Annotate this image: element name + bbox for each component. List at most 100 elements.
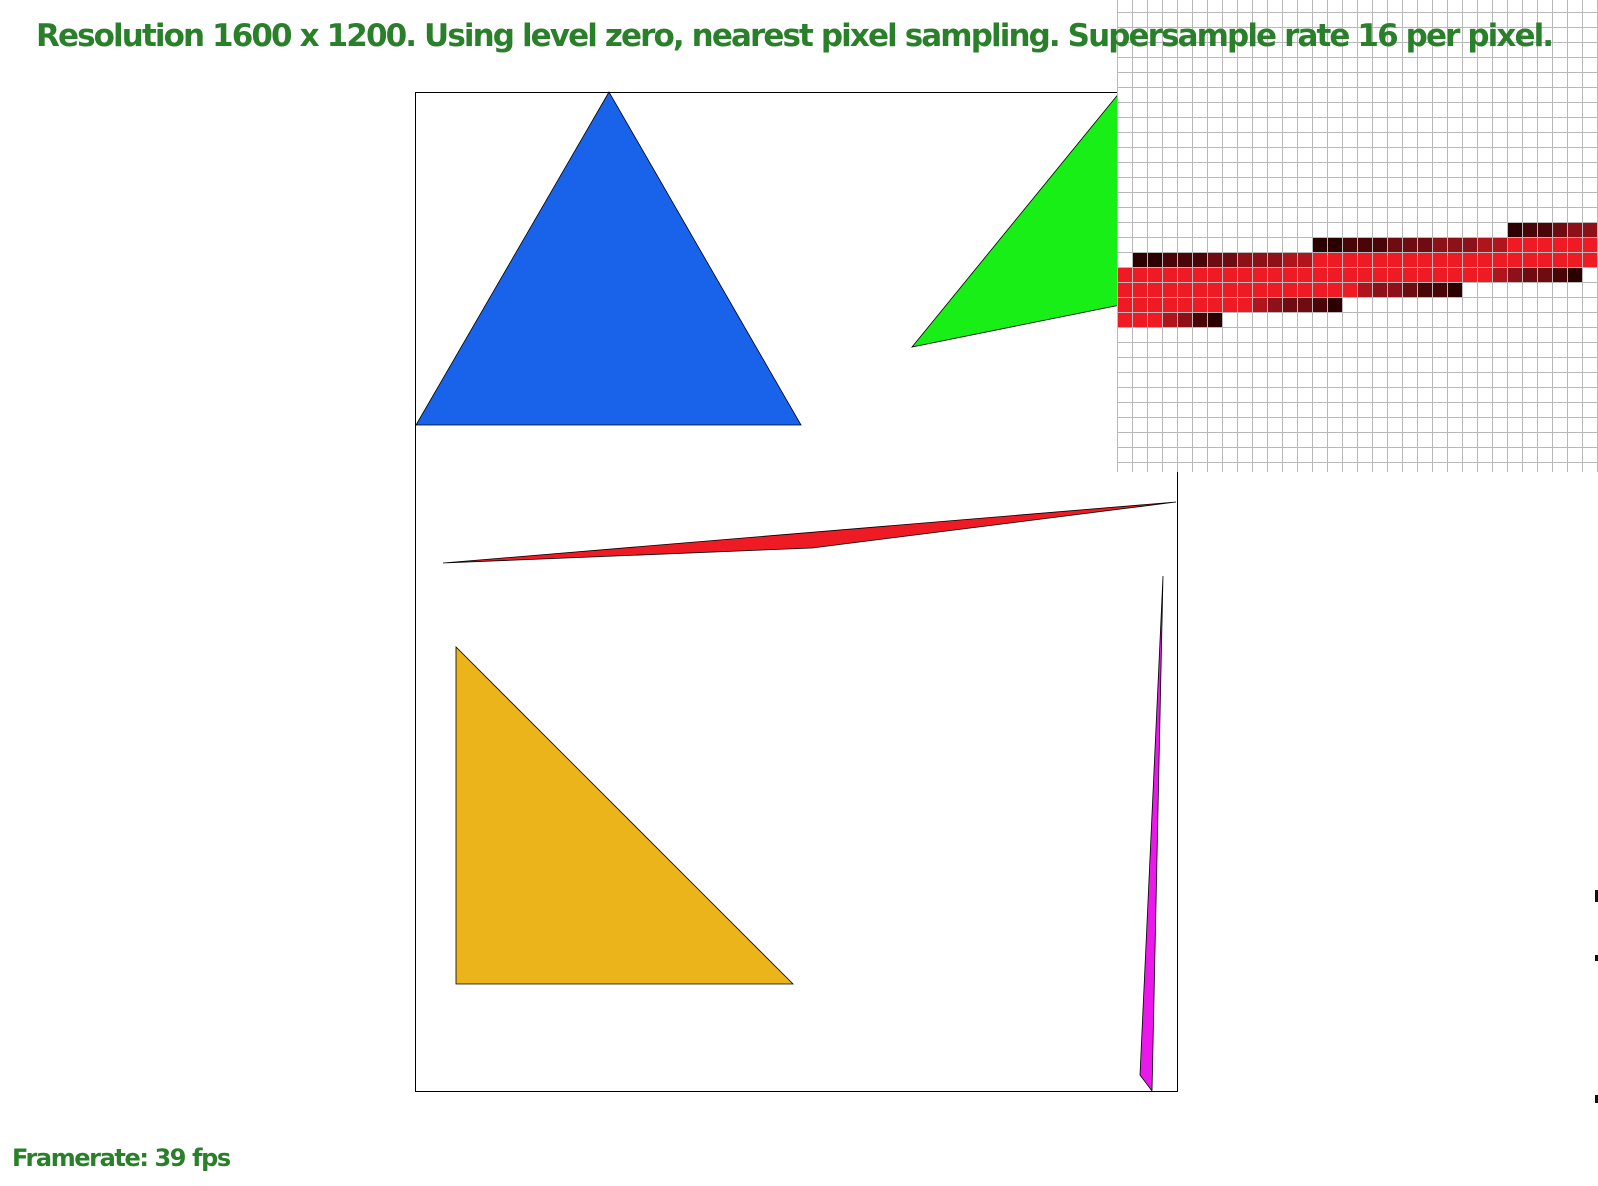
zoom-pixel (1432, 252, 1447, 267)
zoom-pixel (1207, 267, 1222, 282)
zoom-pixel (1252, 267, 1267, 282)
zoom-pixel (1162, 252, 1177, 267)
zoom-pixel (1132, 282, 1147, 297)
zoom-pixel (1417, 252, 1432, 267)
zoom-pixel (1402, 252, 1417, 267)
zoom-pixel (1567, 222, 1582, 237)
zoom-pixel (1372, 267, 1387, 282)
zoom-pixel (1477, 267, 1492, 282)
zoom-pixel (1552, 267, 1567, 282)
zoom-pixel (1267, 267, 1282, 282)
zoom-pixel (1177, 282, 1192, 297)
zoom-pixel (1402, 282, 1417, 297)
zoom-pixel (1372, 252, 1387, 267)
zoom-pixel (1567, 252, 1582, 267)
zoom-pixel (1207, 312, 1222, 327)
zoom-pixel (1507, 222, 1522, 237)
zoom-pixel (1402, 267, 1417, 282)
zoom-pixel (1252, 297, 1267, 312)
zoom-pixel (1357, 237, 1372, 252)
zoom-pixel (1447, 267, 1462, 282)
zoom-pixel (1282, 267, 1297, 282)
zoom-pixel (1567, 237, 1582, 252)
zoom-pixel (1312, 282, 1327, 297)
zoom-pixel (1192, 282, 1207, 297)
zoom-pixel (1522, 252, 1537, 267)
zoom-pixel (1282, 297, 1297, 312)
zoom-pixel (1282, 252, 1297, 267)
zoom-pixel (1432, 282, 1447, 297)
zoom-pixel (1222, 267, 1237, 282)
zoom-pixel (1477, 237, 1492, 252)
zoom-pixel (1387, 252, 1402, 267)
zoom-pixel (1372, 237, 1387, 252)
zoom-pixel (1222, 282, 1237, 297)
zoom-pixel (1492, 237, 1507, 252)
zoom-pixel (1252, 252, 1267, 267)
zoom-pixel (1537, 252, 1552, 267)
zoom-pixel (1327, 237, 1342, 252)
zoom-pixel (1117, 267, 1132, 282)
zoom-pixel (1237, 252, 1252, 267)
zoom-pixel (1177, 312, 1192, 327)
zoom-pixel (1582, 222, 1597, 237)
zoom-pixel (1387, 267, 1402, 282)
zoom-pixel (1552, 222, 1567, 237)
zoom-pixel (1507, 252, 1522, 267)
zoom-pixel (1237, 282, 1252, 297)
zoom-pixel (1567, 267, 1582, 282)
zoom-pixel (1402, 237, 1417, 252)
zoom-pixel (1177, 297, 1192, 312)
zoom-pixel (1207, 297, 1222, 312)
zoom-pixel (1297, 297, 1312, 312)
zoom-pixel (1342, 237, 1357, 252)
zoom-pixel (1192, 267, 1207, 282)
zoom-pixel (1462, 252, 1477, 267)
zoom-pixel (1267, 252, 1282, 267)
zoom-pixel (1132, 312, 1147, 327)
zoom-pixel (1522, 267, 1537, 282)
zoom-pixel (1417, 267, 1432, 282)
zoom-pixel (1462, 237, 1477, 252)
zoom-pixel (1297, 267, 1312, 282)
zoom-pixel (1192, 297, 1207, 312)
zoom-pixel (1177, 252, 1192, 267)
zoom-pixel (1357, 282, 1372, 297)
zoom-pixel (1162, 282, 1177, 297)
zoom-pixel (1297, 282, 1312, 297)
zoom-pixel (1267, 282, 1282, 297)
zoom-pixel (1147, 282, 1162, 297)
zoom-pixel (1207, 282, 1222, 297)
zoom-pixel (1147, 267, 1162, 282)
zoom-pixel (1582, 252, 1597, 267)
zoom-pixel (1222, 297, 1237, 312)
zoom-pixel (1117, 282, 1132, 297)
zoom-pixel (1222, 252, 1237, 267)
zoom-pixel (1162, 297, 1177, 312)
zoom-pixel (1312, 267, 1327, 282)
zoom-pixel (1432, 267, 1447, 282)
zoom-pixel (1327, 267, 1342, 282)
zoom-pixel (1447, 237, 1462, 252)
zoom-pixel (1282, 282, 1297, 297)
zoom-pixel (1342, 282, 1357, 297)
zoom-pixel (1522, 237, 1537, 252)
zoom-pixel (1447, 282, 1462, 297)
zoom-pixel (1537, 267, 1552, 282)
zoom-pixel (1327, 297, 1342, 312)
resolution-info: Resolution 1600 x 1200. Using level zero… (36, 18, 1554, 54)
zoom-pixel (1162, 267, 1177, 282)
zoom-pixel (1237, 267, 1252, 282)
zoom-pixel (1507, 237, 1522, 252)
zoom-pixel (1582, 237, 1597, 252)
zoom-pixel (1417, 282, 1432, 297)
zoom-pixel (1492, 267, 1507, 282)
zoom-pixel (1462, 267, 1477, 282)
pixel-inspector-zoom (1117, 0, 1598, 472)
zoom-pixel (1552, 252, 1567, 267)
zoom-pixel (1312, 252, 1327, 267)
zoom-pixel (1507, 267, 1522, 282)
zoom-pixel (1192, 312, 1207, 327)
zoom-pixel (1312, 297, 1327, 312)
zoom-pixel (1312, 237, 1327, 252)
